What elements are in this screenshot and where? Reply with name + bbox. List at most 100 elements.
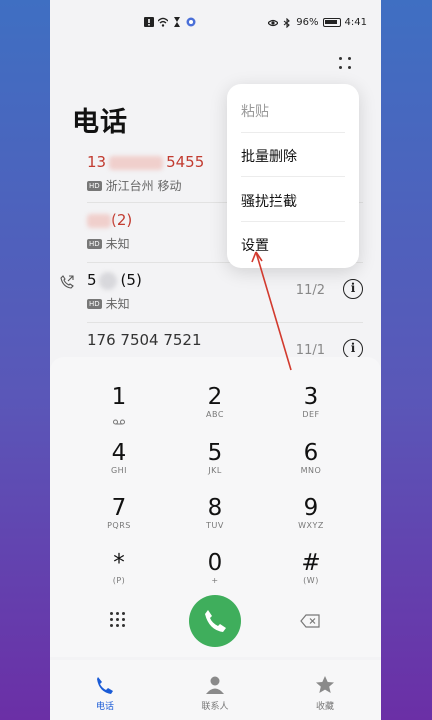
eye-icon (268, 19, 279, 26)
battery-icon (322, 18, 341, 27)
menu-divider (241, 176, 345, 177)
key-7[interactable]: 7 PQRS (74, 495, 164, 547)
key-6[interactable]: 6 MNO (266, 440, 356, 492)
key-9[interactable]: 9 WXYZ (266, 495, 356, 547)
bottom-nav: 电话 联系人 收藏 (50, 660, 381, 720)
menu-item-batch-delete[interactable]: 批量删除 (241, 146, 297, 166)
key-star[interactable]: * (P) (74, 550, 164, 602)
caller-number-end: 5455 (166, 153, 205, 171)
overflow-menu: 粘贴 批量删除 骚扰拦截 设置 (227, 84, 359, 268)
hd-icon: HD (87, 298, 102, 309)
key-digit: 0 (207, 550, 223, 576)
nav-favorites[interactable]: 收藏 (295, 674, 355, 712)
caller-name: 5 (5) (87, 271, 142, 290)
key-2[interactable]: 2 ABC (170, 384, 260, 436)
key-digit: 5 (207, 440, 223, 466)
key-letters: + (211, 576, 219, 585)
menu-divider (241, 132, 345, 133)
key-letters: ABC (206, 410, 224, 419)
call-date: 11/1 (295, 343, 325, 358)
phone-screen: 96% 4:41 电话 13 5455 HD 浙江台州 移动 (2) HD 未知… (50, 0, 381, 720)
alert-icon (144, 17, 154, 27)
info-icon[interactable]: i (343, 339, 363, 359)
key-letters: WXYZ (298, 521, 324, 530)
dialpad-toggle-icon[interactable] (109, 611, 127, 629)
key-digit: * (113, 550, 125, 576)
page-title: 电话 (72, 107, 128, 138)
backspace-icon[interactable] (300, 614, 320, 628)
nav-phone-label: 电话 (95, 702, 114, 712)
key-8[interactable]: 8 TUV (170, 495, 260, 547)
caller-count: (5) (120, 271, 142, 289)
caller-number-start: 13 (87, 153, 107, 171)
key-digit: 1 (111, 384, 127, 410)
menu-item-settings[interactable]: 设置 (241, 235, 269, 255)
redacted-digits (109, 155, 164, 170)
menu-divider (241, 221, 345, 222)
redacted-name (98, 271, 117, 290)
phone-tab-icon (97, 677, 113, 694)
call-date: 11/2 (295, 283, 325, 298)
call-button[interactable] (189, 595, 241, 647)
key-letters: TUV (206, 521, 224, 530)
key-letters: MNO (300, 466, 322, 475)
key-hash[interactable]: # (W) (266, 550, 356, 602)
key-digit: # (301, 550, 321, 576)
hd-icon: HD (87, 238, 102, 249)
more-options-icon[interactable] (338, 55, 356, 75)
wifi-icon (158, 17, 168, 27)
key-letters: JKL (208, 466, 222, 475)
nav-phone[interactable]: 电话 (75, 674, 135, 712)
dialpad: 1 2 ABC 3 DEF 4 GHI 5 JKL 6 MNO 7 PQRS 8 TUV 9W… (50, 357, 381, 657)
info-icon[interactable]: i (343, 279, 363, 299)
location-text: 未知 (105, 237, 130, 251)
key-letters: (P) (112, 576, 126, 585)
app-notification-icon (186, 17, 196, 27)
menu-item-harassment-block[interactable]: 骚扰拦截 (241, 191, 297, 211)
location-text: 未知 (105, 297, 130, 311)
call-location: HD 浙江台州 移动 (87, 177, 181, 194)
nav-favorites-label: 收藏 (315, 702, 334, 712)
key-digit: 8 (207, 495, 223, 521)
status-right: 96% 4:41 (268, 17, 367, 28)
key-letters: (W) (303, 576, 319, 585)
call-location: HD 未知 (87, 295, 130, 312)
key-letters: GHI (110, 466, 128, 475)
caller-number: 176 7504 7521 (87, 331, 202, 349)
bluetooth-icon (283, 17, 291, 28)
key-digit: 9 (303, 495, 319, 521)
caller-name-start: 5 (87, 271, 97, 289)
key-letters: DEF (302, 410, 320, 419)
key-5[interactable]: 5 JKL (170, 440, 260, 492)
key-4[interactable]: 4 GHI (74, 440, 164, 492)
key-digit: 6 (303, 440, 319, 466)
phone-icon (205, 610, 226, 632)
nav-contacts[interactable]: 联系人 (185, 674, 245, 712)
clock: 4:41 (344, 17, 367, 28)
star-tab-icon (316, 676, 334, 693)
contacts-tab-icon (206, 676, 224, 694)
status-bar: 96% 4:41 (50, 0, 381, 46)
key-digit: 3 (303, 384, 319, 410)
caller-name: (2) (87, 211, 132, 229)
redacted-name (87, 213, 111, 228)
menu-item-paste[interactable]: 粘贴 (241, 101, 269, 121)
call-location: HD 未知 (87, 235, 130, 252)
hourglass-icon (174, 17, 180, 27)
caller-number: 13 5455 (87, 153, 204, 171)
call-log-row[interactable]: 5 (5) HD 未知 11/2 i (50, 263, 381, 321)
key-1[interactable]: 1 (74, 384, 164, 436)
caller-count: (2) (111, 211, 133, 229)
key-3[interactable]: 3 DEF (266, 384, 356, 436)
location-text: 浙江台州 移动 (105, 179, 182, 193)
voicemail-icon (113, 419, 125, 425)
key-digit: 2 (207, 384, 223, 410)
key-letters: PQRS (107, 521, 131, 530)
outgoing-call-icon (60, 275, 74, 289)
key-digit: 7 (111, 495, 127, 521)
status-left (144, 17, 196, 27)
battery-percent: 96% (296, 17, 319, 28)
hd-icon: HD (87, 180, 102, 191)
key-digit: 4 (111, 440, 127, 466)
nav-contacts-label: 联系人 (201, 702, 229, 712)
